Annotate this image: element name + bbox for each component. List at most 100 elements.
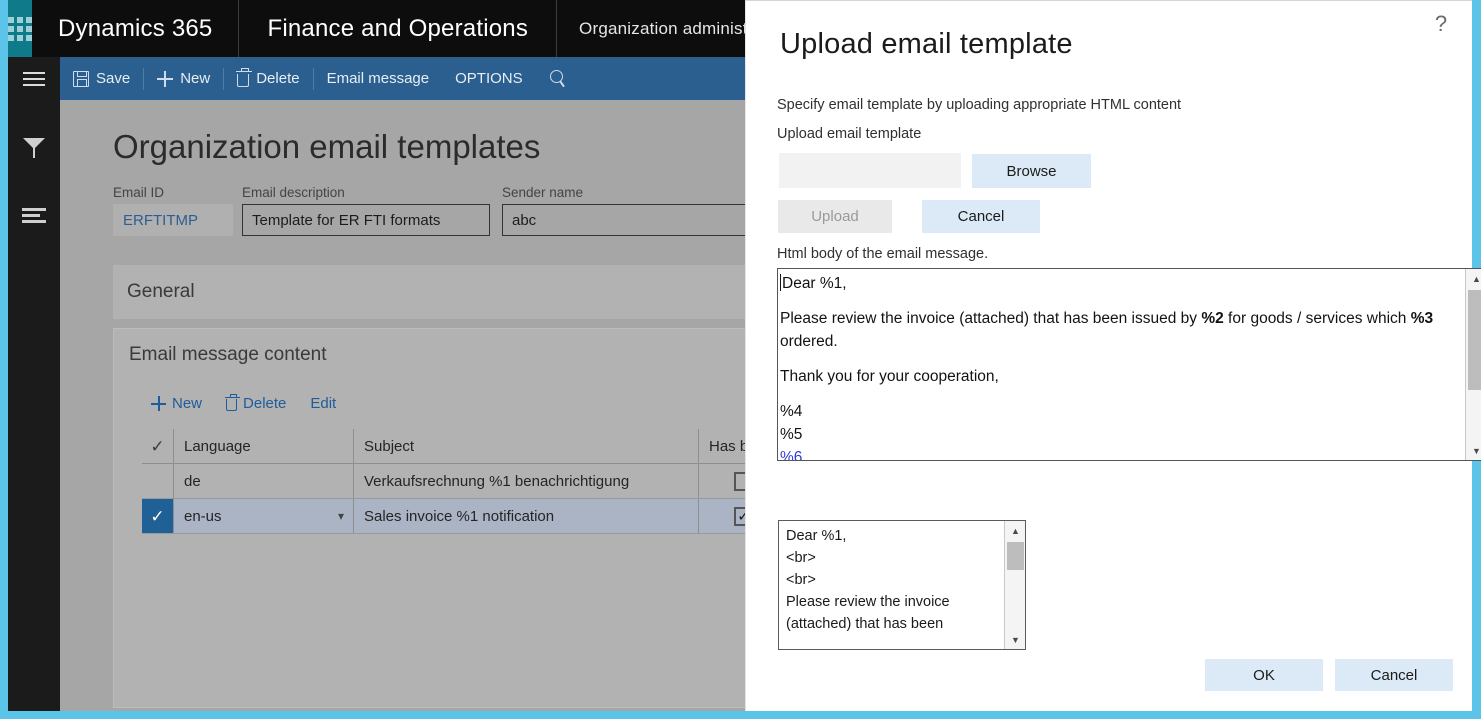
cell-language-value: en-us [184,508,222,525]
email-description-input[interactable]: Template for ER FTI formats [242,204,490,236]
cell-subject[interactable]: Verkaufsrechnung %1 benachrichtigung [354,464,699,498]
preview-line-4: Please review the invoice [786,591,1001,613]
html-body-scrollbar[interactable]: ▲ ▼ [1465,269,1481,460]
grid-new-label: New [172,395,202,412]
html-body-label: Html body of the email message. [777,246,988,262]
table-row[interactable]: ✓ en-us ▾ Sales invoice %1 notification … [142,499,745,534]
tab-options[interactable]: OPTIONS [442,57,536,100]
sort-lines-icon [22,208,46,224]
body-line-3: Thank you for your cooperation, [780,365,1462,388]
body-line-5: %5 [780,423,1462,446]
column-header-language[interactable]: Language [174,429,354,463]
table-row[interactable]: de Verkaufsrechnung %1 benachrichtigung [142,464,745,499]
cancel-upload-button[interactable]: Cancel [922,200,1040,233]
app-launcher-icon[interactable] [8,0,32,57]
html-body-text: Dear %1, Please review the invoice (atta… [780,272,1462,461]
file-path-input[interactable] [779,153,961,188]
field-label: Sender name [502,185,745,200]
preview-line-1: Dear %1, [786,525,1001,547]
save-label: Save [96,70,130,87]
search-icon [549,70,566,87]
upload-field-label: Upload email template [777,126,921,142]
grid-new-button[interactable]: New [142,391,211,416]
list-view-button[interactable] [8,208,60,278]
grid-delete-button[interactable]: Delete [217,391,295,416]
preview-text: Dear %1, <br> <br> Please review the inv… [786,525,1001,635]
checkbox-unchecked[interactable] [734,472,745,491]
delete-button[interactable]: Delete [224,57,312,100]
screen: Dynamics 365 Finance and Operations Orga… [0,0,1481,719]
scroll-up-button[interactable]: ▲ [1466,269,1481,288]
top-navigation-bar: Dynamics 365 Finance and Operations Orga… [8,0,745,57]
checkbox-checked[interactable]: ✓ [734,507,745,526]
waffle-grid [8,17,32,41]
preview-scrollbar[interactable]: ▲ ▼ [1004,521,1025,649]
preview-line-3: <br> [786,569,1001,591]
scrollbar-thumb[interactable] [1468,290,1481,390]
cell-has-body[interactable]: ✓ [699,499,745,533]
cell-subject[interactable]: Sales invoice %1 notification [354,499,699,533]
sender-name-input[interactable]: abc [502,204,745,236]
window-frame-bottom [0,711,1481,719]
new-label: New [180,70,210,87]
section-general[interactable]: General [113,265,745,319]
search-button[interactable] [536,57,579,100]
select-all-header[interactable]: ✓ [142,429,174,463]
hamburger-lines [23,72,45,86]
preview-line-5: (attached) that has been [786,613,1001,635]
check-icon: ✓ [150,508,164,525]
card-title: Email message content [129,344,327,366]
trash-icon [226,399,237,411]
scroll-up-button[interactable]: ▲ [1005,521,1026,540]
area-label[interactable]: Organization administratio [557,0,745,57]
email-content-grid: ✓ Language Subject Has bo de Verkaufsrec… [142,429,745,534]
filter-button[interactable] [8,138,60,208]
command-bar: Save New Delete Email message OPTIONS [8,57,745,100]
row-select-cell[interactable]: ✓ [142,499,174,533]
module-label[interactable]: Finance and Operations [239,0,557,57]
grid-edit-button[interactable]: Edit [301,391,345,416]
page-title: Organization email templates [113,128,540,166]
dialog-title: Upload email template [780,28,1073,61]
upload-button: Upload [778,200,892,233]
grid-header-row: ✓ Language Subject Has bo [142,429,745,464]
plus-icon [151,396,166,411]
left-rail [8,100,60,711]
ok-button[interactable]: OK [1205,659,1323,691]
cell-language[interactable]: en-us ▾ [174,499,354,533]
field-label: Email ID [113,185,233,200]
field-email-description: Email description Template for ER FTI fo… [242,185,490,236]
dialog-subtitle: Specify email template by uploading appr… [777,97,1181,113]
column-header-has-body[interactable]: Has bo [699,429,745,463]
plus-icon [157,71,173,87]
html-body-textarea[interactable]: Dear %1, Please review the invoice (atta… [777,268,1481,461]
brand-label[interactable]: Dynamics 365 [32,0,239,57]
scrollbar-thumb[interactable] [1007,542,1024,570]
tab-email-message[interactable]: Email message [314,57,443,100]
column-header-subject[interactable]: Subject [354,429,699,463]
email-id-value[interactable]: ERFTITMP [113,204,233,236]
cell-has-body[interactable] [699,464,745,498]
row-select-cell[interactable] [142,464,174,498]
window-frame-left [0,0,8,719]
chevron-down-icon[interactable]: ▾ [338,509,344,523]
body-line-1: Dear %1, [780,272,1462,295]
new-button[interactable]: New [144,57,223,100]
browse-button[interactable]: Browse [972,154,1091,188]
cell-language[interactable]: de [174,464,354,498]
scroll-down-button[interactable]: ▼ [1466,441,1481,460]
hamburger-icon[interactable] [8,57,60,100]
scroll-down-button[interactable]: ▼ [1005,630,1026,649]
cancel-button[interactable]: Cancel [1335,659,1453,691]
body-line-6: %6 [780,446,1462,461]
html-preview-box[interactable]: Dear %1, <br> <br> Please review the inv… [778,520,1026,650]
field-sender-name: Sender name abc [502,185,745,236]
trash-icon [237,74,249,87]
save-button[interactable]: Save [60,57,143,100]
page-content: Organization email templates Email ID ER… [60,100,745,711]
upload-email-template-dialog: ? Upload email template Specify email te… [745,0,1472,711]
field-email-id: Email ID ERFTITMP [113,185,233,236]
preview-line-2: <br> [786,547,1001,569]
grid-toolbar: New Delete Edit [142,391,345,416]
help-icon[interactable]: ? [1428,11,1454,37]
